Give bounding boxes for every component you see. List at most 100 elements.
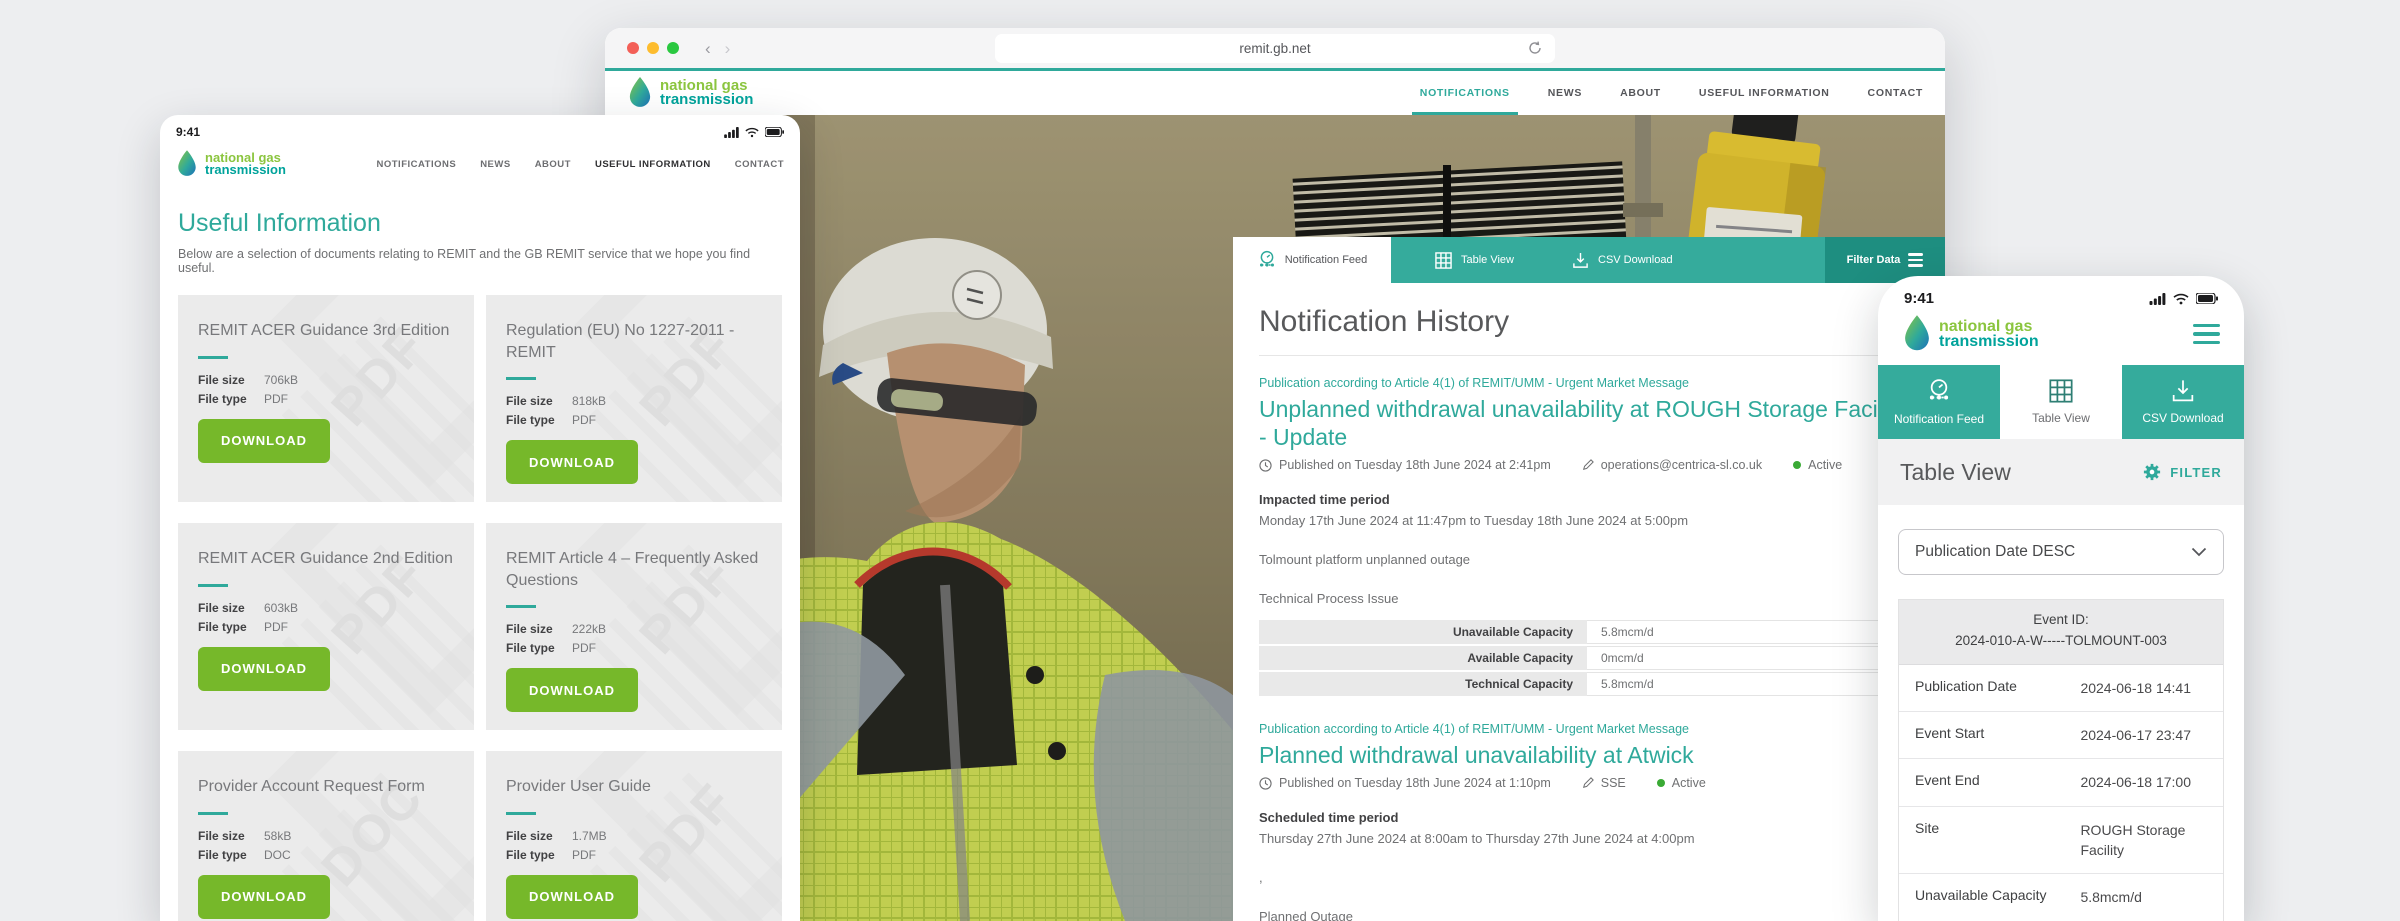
url-text: remit.gb.net (1239, 41, 1310, 56)
file-type-label: File type (198, 620, 264, 634)
document-title: Provider Account Request Form (198, 776, 454, 798)
browser-nav: NOTIFICATIONS NEWS ABOUT USEFUL INFORMAT… (1420, 71, 1923, 115)
row-label: Publication Date (1899, 678, 2080, 698)
table-grid-icon (1435, 252, 1452, 269)
download-button[interactable]: DOWNLOAD (198, 647, 330, 691)
tab-table-view[interactable]: Table View (2000, 365, 2122, 439)
tablet-page-body: Useful Information Below are a selection… (160, 187, 800, 921)
file-size-value: 1.7MB (572, 829, 607, 843)
download-button[interactable]: DOWNLOAD (506, 668, 638, 712)
nav-useful-information[interactable]: USEFUL INFORMATION (595, 159, 711, 170)
gas-drop-logo-icon (1902, 315, 1932, 353)
file-type-label: File type (506, 641, 572, 655)
tab-table-view[interactable]: Table View (1435, 252, 1514, 269)
status-time: 9:41 (176, 125, 200, 139)
tab-csv-download[interactable]: CSV Download (2122, 365, 2244, 439)
capacity-table: Unavailable Capacity 5.8mcm/d Available … (1259, 620, 1919, 696)
minimize-traffic-light-icon[interactable] (647, 42, 659, 54)
close-traffic-light-icon[interactable] (627, 42, 639, 54)
notification-title-link[interactable]: Planned withdrawal unavailability at Atw… (1259, 741, 1909, 769)
download-button[interactable]: DOWNLOAD (198, 419, 330, 463)
row-label: Technical Capacity (1259, 672, 1587, 696)
nav-contact[interactable]: CONTACT (735, 159, 784, 170)
file-type-value: PDF (264, 392, 288, 406)
table-row: Technical Capacity 5.8mcm/d (1259, 672, 1919, 696)
address-bar[interactable]: remit.gb.net (995, 34, 1555, 63)
notification-title-link[interactable]: Unplanned withdrawal unavailability at R… (1259, 395, 1909, 451)
table-row: Available Capacity 0mcm/d (1259, 646, 1919, 670)
logo-line2: transmission (1939, 334, 2039, 349)
row-value: 0mcm/d (1587, 646, 1919, 670)
battery-icon (765, 127, 784, 137)
logo-line1: national gas (1939, 319, 2039, 334)
nav-about[interactable]: ABOUT (535, 159, 571, 170)
nav-useful-information[interactable]: USEFUL INFORMATION (1699, 71, 1830, 115)
gear-icon (2143, 463, 2161, 481)
download-button[interactable]: DOWNLOAD (506, 440, 638, 484)
file-type-label: File type (506, 848, 572, 862)
site-logo[interactable]: national gas transmission (1902, 315, 2039, 353)
card-accent-rule (506, 605, 536, 608)
tablet-status-bar: 9:41 (160, 115, 800, 141)
nav-contact[interactable]: CONTACT (1868, 71, 1923, 115)
document-card: DOC Provider Account Request Form File s… (178, 751, 474, 921)
file-type-label: File type (198, 392, 264, 406)
tab-table-view-label: Table View (2032, 411, 2090, 425)
period-label: Scheduled time period (1259, 810, 1919, 825)
file-type-value: PDF (572, 413, 596, 427)
page-title: Table View (1900, 459, 2011, 486)
row-label: Site (1899, 820, 2080, 861)
site-logo[interactable]: national gas transmission (627, 77, 753, 109)
nav-notifications[interactable]: NOTIFICATIONS (1420, 71, 1510, 115)
notification-item: Publication according to Article 4(1) of… (1259, 722, 1919, 921)
gas-drop-logo-icon (627, 77, 653, 109)
detail-text: Technical Process Issue (1259, 591, 1919, 606)
tablet-site-header: national gas transmission NOTIFICATIONS … (160, 141, 800, 187)
tablet-device: 9:41 national gas transm (160, 115, 800, 921)
nav-about[interactable]: ABOUT (1620, 71, 1661, 115)
reload-icon[interactable] (1527, 40, 1543, 59)
filter-button[interactable]: FILTER (2143, 463, 2222, 481)
download-button[interactable]: DOWNLOAD (506, 875, 638, 919)
file-size-value: 222kB (572, 622, 606, 636)
event-table-header: Event ID: 2024-010-A-W-----TOLMOUNT-003 (1899, 600, 2223, 665)
phone-site-header: national gas transmission (1878, 307, 2244, 365)
nav-notifications[interactable]: NOTIFICATIONS (377, 159, 457, 170)
file-size-label: File size (198, 829, 264, 843)
feed-gauge-icon (1257, 250, 1277, 270)
event-id-label: Event ID: (1907, 610, 2215, 631)
pencil-icon (1582, 459, 1594, 471)
nav-news[interactable]: NEWS (480, 159, 511, 170)
back-chevron-icon[interactable]: ‹ (705, 40, 711, 57)
row-label: Event Start (1899, 725, 2080, 745)
clock-icon (1259, 777, 1272, 790)
status-time: 9:41 (1904, 290, 1934, 307)
event-id-value: 2024-010-A-W-----TOLMOUNT-003 (1907, 631, 2215, 652)
fullscreen-traffic-light-icon[interactable] (667, 42, 679, 54)
tab-notification-feed[interactable]: Notification Feed (1878, 365, 2000, 439)
panel-tab-bar: Notification Feed Table View CSV Downloa… (1233, 237, 1945, 283)
download-button[interactable]: DOWNLOAD (198, 875, 330, 919)
row-value: 2024-06-18 14:41 (2080, 678, 2223, 698)
filter-hamburger-icon (1908, 253, 1923, 267)
file-size-label: File size (198, 601, 264, 615)
card-accent-rule (198, 584, 228, 587)
sort-select[interactable]: Publication Date DESC (1898, 529, 2224, 575)
card-accent-rule (198, 356, 228, 359)
active-status-dot (1793, 461, 1801, 469)
table-view-content: Publication Date DESC Event ID: 2024-010… (1878, 505, 2244, 921)
page-subtitle: Below are a selection of documents relat… (178, 247, 782, 275)
document-card: PDF REMIT Article 4 – Frequently Asked Q… (486, 523, 782, 730)
site-logo[interactable]: national gas transmission (176, 150, 286, 178)
clock-icon (1259, 459, 1272, 472)
divider (1259, 355, 1919, 356)
tab-csv-download-label: CSV Download (2142, 411, 2223, 425)
table-row: Unavailable Capacity 5.8mcm/d (1899, 874, 2223, 921)
nav-news[interactable]: NEWS (1548, 71, 1582, 115)
menu-hamburger-icon[interactable] (2193, 324, 2220, 345)
notification-history-content: Notification History Publication accordi… (1233, 283, 1945, 921)
period-text: Thursday 27th June 2024 at 8:00am to Thu… (1259, 831, 1919, 846)
tab-notification-feed[interactable]: Notification Feed (1233, 237, 1391, 283)
tab-csv-download[interactable]: CSV Download (1572, 252, 1673, 269)
forward-chevron-icon[interactable]: › (725, 40, 731, 57)
